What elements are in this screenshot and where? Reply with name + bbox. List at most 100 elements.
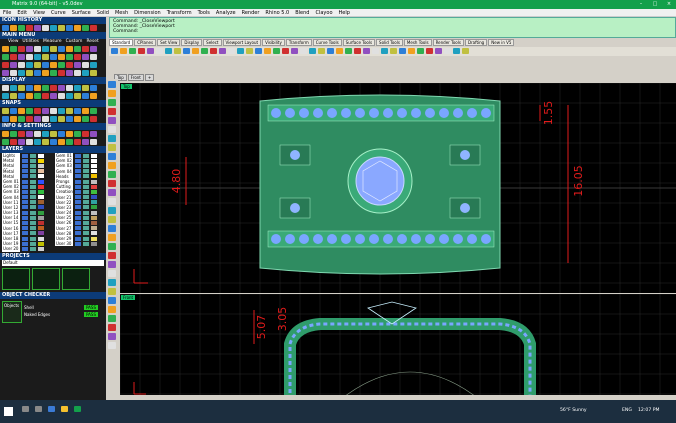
menu-item-tools[interactable]: Tools [198,9,210,16]
tool-icon[interactable] [108,81,116,88]
tool-icon[interactable] [82,139,89,145]
bulb-icon[interactable] [75,189,81,194]
bulb-icon[interactable] [75,163,81,168]
tool-icon[interactable] [42,46,49,52]
menu-item-surface[interactable]: Surface [72,9,91,16]
lock-icon[interactable] [30,226,36,231]
tool-icon[interactable] [34,54,41,60]
tool-icon[interactable] [2,131,9,137]
tab-render-tools[interactable]: Render Tools [432,39,464,46]
tool-icon[interactable] [74,139,81,145]
tool-icon[interactable] [108,225,116,232]
tool-icon[interactable] [90,25,97,31]
lock-icon[interactable] [83,153,89,158]
tool-icon[interactable] [34,139,41,145]
tool-icon[interactable] [237,48,244,54]
tool-icon[interactable] [108,297,116,304]
layer-color-swatch[interactable] [38,179,44,184]
tool-icon[interactable] [10,46,17,52]
tool-icon[interactable] [66,54,73,60]
lock-icon[interactable] [30,241,36,246]
tool-icon[interactable] [108,234,116,241]
layer-color-swatch[interactable] [91,158,97,163]
tool-icon[interactable] [156,48,163,54]
layer-color-swatch[interactable] [91,241,97,246]
folder-icon[interactable] [61,406,68,412]
tool-icon[interactable] [18,93,25,99]
bulb-icon[interactable] [75,184,81,189]
tool-icon[interactable] [291,48,298,54]
tool-icon[interactable] [318,48,325,54]
project-thumbnail[interactable] [32,267,60,290]
tool-icon[interactable] [10,25,17,31]
icon-history-header[interactable]: ICON HISTORY [0,17,106,24]
tool-icon[interactable] [108,189,116,196]
tool-icon[interactable] [50,62,57,68]
tool-icon[interactable] [26,25,33,31]
tool-icon[interactable] [108,207,116,214]
layer-color-swatch[interactable] [38,189,44,194]
search-icon[interactable] [22,406,29,412]
tool-icon[interactable] [108,198,116,205]
tool-icon[interactable] [50,70,57,76]
tool-icon[interactable] [34,46,41,52]
tool-icon[interactable] [42,93,49,99]
tool-icon[interactable] [108,324,116,331]
lock-icon[interactable] [30,179,36,184]
bulb-icon[interactable] [22,158,28,163]
tool-icon[interactable] [34,62,41,68]
bulb-icon[interactable] [22,241,28,246]
bulb-icon[interactable] [22,195,28,200]
tool-icon[interactable] [228,48,235,54]
layer-color-swatch[interactable] [91,231,97,236]
tool-icon[interactable] [66,93,73,99]
menu-item-analyze[interactable]: Analyze [216,9,236,16]
bulb-icon[interactable] [22,200,28,205]
clock[interactable]: 12:07 PM [638,408,659,413]
tool-icon[interactable] [66,62,73,68]
tool-icon[interactable] [26,85,33,91]
menu-item-file[interactable]: File [3,9,11,16]
tool-icon[interactable] [201,48,208,54]
layer-row[interactable]: User 20 [0,246,53,252]
tool-icon[interactable] [58,93,65,99]
tool-icon[interactable] [108,252,116,259]
lock-icon[interactable] [30,205,36,210]
tool-icon[interactable] [2,108,9,114]
lock-icon[interactable] [30,236,36,241]
tool-icon[interactable] [108,90,116,97]
tool-icon[interactable] [108,144,116,151]
tool-icon[interactable] [372,48,379,54]
lock-icon[interactable] [83,221,89,226]
layer-color-swatch[interactable] [38,158,44,163]
layer-color-swatch[interactable] [91,236,97,241]
tool-icon[interactable] [363,48,370,54]
tool-icon[interactable] [108,108,116,115]
tool-icon[interactable] [58,70,65,76]
menu-item-blend[interactable]: Blend [295,9,309,16]
layer-color-swatch[interactable] [38,215,44,220]
tool-icon[interactable] [66,116,73,122]
tool-icon[interactable] [90,93,97,99]
projects-header[interactable]: PROJECTS [0,252,106,260]
tab-set-view[interactable]: Set View [157,39,181,46]
tool-icon[interactable] [58,25,65,31]
bulb-icon[interactable] [75,153,81,158]
minimize-icon[interactable]: – [634,0,648,9]
tool-icon[interactable] [219,48,226,54]
tool-icon[interactable] [90,85,97,91]
close-icon[interactable]: × [662,0,676,9]
menu-item-dimension[interactable]: Dimension [134,9,161,16]
tool-icon[interactable] [66,46,73,52]
tool-icon[interactable] [108,288,116,295]
viewport-tab[interactable]: + [144,74,155,81]
tool-icon[interactable] [26,54,33,60]
tool-icon[interactable] [108,315,116,322]
tool-icon[interactable] [138,48,145,54]
tool-icon[interactable] [90,62,97,68]
lock-icon[interactable] [83,205,89,210]
tool-icon[interactable] [50,116,57,122]
tool-icon[interactable] [82,131,89,137]
layer-color-swatch[interactable] [91,221,97,226]
tool-icon[interactable] [345,48,352,54]
